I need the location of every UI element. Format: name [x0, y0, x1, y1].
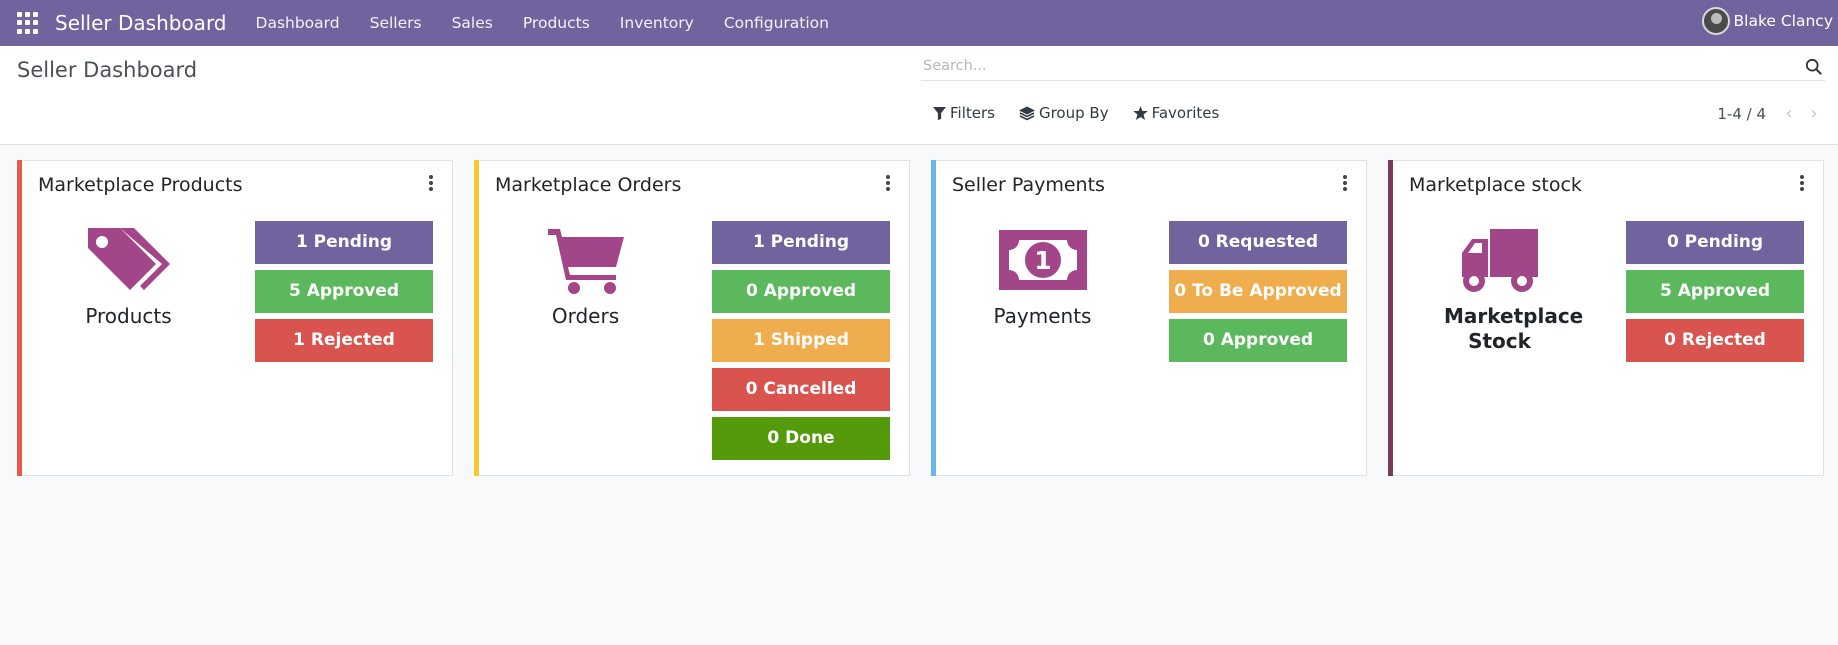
stat-cancelled-button[interactable]: 0 Cancelled [712, 368, 890, 411]
tags-icon [87, 228, 170, 290]
card-marketplace-stock: Marketplace stock Marketplace Stock 0 Pe… [1388, 160, 1824, 476]
stat-approved-button[interactable]: 5 Approved [255, 270, 433, 313]
kebab-menu-icon[interactable] [1800, 175, 1804, 193]
stat-done-button[interactable]: 0 Done [712, 417, 890, 460]
user-name: Blake Clancy [1733, 12, 1833, 30]
card-label: Marketplace Stock [1444, 304, 1584, 353]
card-label: Payments [993, 304, 1092, 328]
card-stripe [931, 160, 936, 476]
search-bar [921, 54, 1825, 81]
star-icon [1132, 106, 1148, 120]
card-title: Marketplace Orders [495, 174, 682, 196]
card-stripe [474, 160, 479, 476]
svg-text:1: 1 [1034, 246, 1051, 275]
menu-configuration[interactable]: Configuration [709, 0, 844, 46]
menu-sellers[interactable]: Sellers [355, 0, 437, 46]
stat-requested-button[interactable]: 0 Requested [1169, 221, 1347, 264]
layers-icon [1018, 106, 1035, 120]
card-title: Marketplace Products [38, 174, 243, 196]
chevron-left-icon[interactable]: ‹ [1774, 103, 1804, 124]
filter-icon [933, 106, 946, 120]
kebab-menu-icon[interactable] [886, 175, 890, 193]
filters-button[interactable]: Filters [933, 104, 995, 122]
menu-products[interactable]: Products [508, 0, 605, 46]
card-stripe [17, 160, 22, 476]
stat-approved-button[interactable]: 0 Approved [1169, 319, 1347, 362]
favorites-button[interactable]: Favorites [1132, 104, 1220, 122]
stat-pending-button[interactable]: 1 Pending [712, 221, 890, 264]
user-menu[interactable]: Blake Clancy [1701, 7, 1833, 35]
pager: 1-4 / 4 ‹ › [1717, 103, 1824, 124]
kebab-menu-icon[interactable] [1343, 175, 1347, 193]
card-marketplace-orders: Marketplace Orders Orders 1 Pending 0 Ap… [474, 160, 910, 476]
card-stripe [1388, 160, 1393, 476]
avatar [1701, 7, 1730, 35]
page-title: Seller Dashboard [17, 58, 198, 82]
card-icon-block[interactable]: Marketplace Stock [1409, 221, 1590, 354]
card-icon-block[interactable]: Orders [495, 221, 676, 329]
chevron-right-icon[interactable]: › [1804, 103, 1824, 124]
search-options: Filters Group By Favorites [933, 104, 1243, 122]
stat-rejected-button[interactable]: 0 Rejected [1626, 319, 1804, 362]
stat-buttons: 0 Pending 5 Approved 0 Rejected [1626, 221, 1804, 368]
stat-buttons: 1 Pending 0 Approved 1 Shipped 0 Cancell… [712, 221, 890, 466]
truck-icon [1461, 229, 1538, 292]
menu-dashboard[interactable]: Dashboard [241, 0, 355, 46]
card-label: Products [85, 304, 172, 328]
card-icon-block[interactable]: 1 Payments [952, 221, 1133, 329]
stat-buttons: 1 Pending 5 Approved 1 Rejected [255, 221, 433, 368]
card-icon-block[interactable]: Products [38, 221, 219, 329]
app-title[interactable]: Seller Dashboard [55, 11, 227, 35]
search-input[interactable] [921, 54, 1785, 78]
stat-rejected-button[interactable]: 1 Rejected [255, 319, 433, 362]
menu-sales[interactable]: Sales [437, 0, 508, 46]
stat-approved-button[interactable]: 5 Approved [1626, 270, 1804, 313]
card-title: Marketplace stock [1409, 174, 1582, 196]
card-seller-payments: Seller Payments 1 Payments 0 Requested 0… [931, 160, 1367, 476]
cart-icon [547, 229, 624, 294]
stat-shipped-button[interactable]: 1 Shipped [712, 319, 890, 362]
main-menu: Dashboard Sellers Sales Products Invento… [241, 0, 844, 46]
pager-value[interactable]: 1-4 / 4 [1717, 105, 1766, 123]
favorites-label: Favorites [1151, 104, 1220, 122]
filters-label: Filters [950, 104, 995, 122]
groupby-label: Group By [1038, 104, 1109, 122]
stat-pending-button[interactable]: 0 Pending [1626, 221, 1804, 264]
top-navbar: Seller Dashboard Dashboard Sellers Sales… [0, 0, 1838, 46]
control-panel: Seller Dashboard Filters Group By [0, 46, 1838, 145]
money-icon: 1 [998, 230, 1087, 290]
card-marketplace-products: Marketplace Products Products 1 Pending … [17, 160, 453, 476]
groupby-button[interactable]: Group By [1018, 104, 1109, 122]
kebab-menu-icon[interactable] [429, 175, 433, 193]
stat-pending-button[interactable]: 1 Pending [255, 221, 433, 264]
stat-approved-button[interactable]: 0 Approved [712, 270, 890, 313]
stat-to-be-approved-button[interactable]: 0 To Be Approved [1169, 270, 1347, 313]
card-label: Orders [551, 304, 620, 328]
card-title: Seller Payments [952, 174, 1105, 196]
search-icon[interactable] [1805, 58, 1823, 76]
dashboard-cards: Marketplace Products Products 1 Pending … [17, 160, 1824, 476]
menu-inventory[interactable]: Inventory [605, 0, 709, 46]
stat-buttons: 0 Requested 0 To Be Approved 0 Approved [1169, 221, 1347, 368]
apps-grid-icon[interactable] [17, 12, 39, 34]
